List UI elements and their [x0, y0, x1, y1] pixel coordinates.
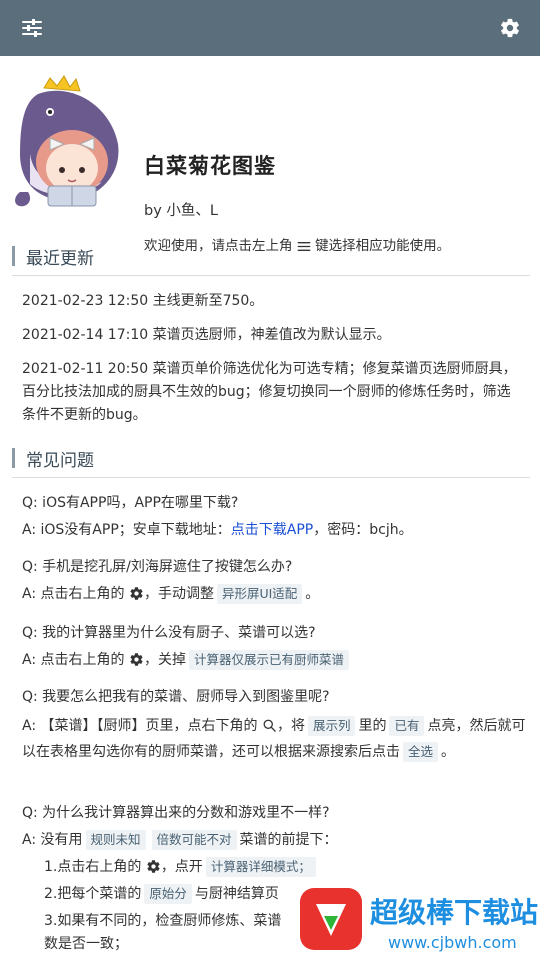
faq-answer-text: A: iOS没有APP；安卓下载地址：	[22, 522, 231, 538]
faq-answer: A: 没有用 规则未知 倍数可能不对 菜谱的前提下：	[22, 829, 528, 852]
faq-title: 常见问题	[26, 451, 94, 471]
faq-item: Q: 我要怎么把我有的菜谱、厨师导入到图鉴里呢? A: 【菜谱】【厨师】页里，点…	[22, 686, 528, 765]
faq-answer: A: 点击右上角的 ，手动调整 异形屏UI适配。	[22, 583, 528, 606]
faq-step-text: ，点开	[160, 859, 203, 875]
section-accent-bar	[12, 448, 15, 468]
recent-updates-title: 最近更新	[26, 249, 94, 269]
faq-answer: A: 点击右上角的 ，关掉 计算器仅展示已有厨师菜谱	[22, 649, 528, 672]
faq-step-text: 1.点击右上角的	[44, 859, 142, 875]
app-logo-mascot	[15, 75, 119, 207]
faq-answer-text: A: 没有用	[22, 832, 83, 848]
faq-step-text: 3.如果有不同的，检查厨师修炼、菜谱	[44, 913, 282, 929]
faq-header: 常见问题	[12, 442, 530, 478]
faq-answer-text: 。	[441, 744, 456, 760]
top-app-bar	[0, 0, 540, 56]
app-title: 白菜菊花图鉴	[144, 154, 276, 178]
faq-question: Q: 我的计算器里为什么没有厨子、菜谱可以选?	[22, 625, 316, 641]
faq-answer-text: 里的	[358, 718, 387, 734]
faq-answer: A: 【菜谱】【厨师】页里，点右下角的 ，将 展示列 里的 已有 点亮，然后就可以在表格…	[22, 713, 528, 765]
faq-answer-text: 菜谱的前提下：	[239, 832, 338, 848]
faq-answer-text: A: 点击右上角的	[22, 586, 125, 602]
faq-step: 1.点击右上角的 ，点开 计算器详细模式；	[22, 856, 528, 879]
gear-icon	[147, 860, 160, 873]
section-accent-bar	[12, 246, 15, 266]
base-score-tag: 原始分	[144, 884, 192, 904]
multiplier-tag: 倍数可能不对	[151, 830, 237, 850]
faq-question: Q: 为什么我计算器算出来的分数和游戏里不一样?	[22, 805, 330, 821]
watermark-text: 超级棒下载站	[370, 896, 538, 929]
select-all-tag: 全选	[403, 742, 439, 762]
update-item: 2021-02-23 12:50 主线更新至750。	[22, 293, 264, 309]
faq-answer: A: iOS没有APP；安卓下载地址：点击下载APP，密码：bcjh。	[22, 519, 528, 542]
faq-answer-text: A: 点击右上角的	[22, 652, 125, 668]
watermark: 超级棒下载站 www.cjbwh.com	[296, 882, 540, 960]
faq-answer-text: ，关掉	[143, 652, 186, 668]
faq-question: Q: 手机是挖孔屏/刘海屏遮住了按键怎么办?	[22, 559, 293, 575]
menu-button[interactable]	[14, 10, 50, 46]
update-item: 2021-02-11 20:50 菜谱页单价筛选优化为可选专精；修复菜谱页选厨师…	[22, 361, 517, 423]
watermark-logo-icon	[300, 888, 362, 950]
faq-question: Q: 我要怎么把我有的菜谱、厨师导入到图鉴里呢?	[22, 689, 330, 705]
faq-answer-text: ，密码：bcjh。	[313, 522, 413, 538]
faq-step-text: 2.把每个菜谱的	[44, 886, 142, 902]
watermark-url: www.cjbwh.com	[388, 933, 517, 952]
settings-button[interactable]	[492, 10, 528, 46]
column-tag: 展示列	[307, 716, 356, 736]
faq-answer-text: ，将	[276, 718, 305, 734]
faq-question: Q: iOS有APP吗，APP在哪里下载?	[22, 495, 239, 511]
faq-step-text: 与厨神结算页	[194, 886, 279, 902]
search-icon	[263, 719, 276, 732]
download-app-link[interactable]: 点击下载APP	[231, 522, 313, 538]
setting-tag: 异形屏UI适配	[216, 584, 303, 604]
faq-item: Q: 我的计算器里为什么没有厨子、菜谱可以选? A: 点击右上角的 ，关掉 计算器…	[22, 622, 528, 672]
gear-icon	[130, 653, 143, 666]
update-item: 2021-02-14 17:10 菜谱页选厨师，神差值改为默认显示。	[22, 327, 391, 343]
owned-tag: 已有	[389, 716, 425, 736]
faq-item: Q: iOS有APP吗，APP在哪里下载? A: iOS没有APP；安卓下载地址…	[22, 492, 528, 542]
gear-icon	[130, 587, 143, 600]
sliders-icon	[22, 19, 42, 37]
faq-answer-text: ，手动调整	[143, 586, 214, 602]
app-header: 白菜菊花图鉴 by 小鱼、L 欢迎使用，请点击左上角 键选择相应功能使用。	[0, 56, 540, 254]
app-author: by 小鱼、L	[144, 203, 218, 219]
gear-icon	[501, 18, 519, 38]
setting-tag: 计算器仅展示已有厨师菜谱	[188, 650, 349, 670]
recent-updates-header: 最近更新	[12, 240, 530, 276]
faq-answer-text: 。	[305, 586, 320, 602]
rule-unknown-tag: 规则未知	[85, 830, 146, 850]
faq-item: Q: 手机是挖孔屏/刘海屏遮住了按键怎么办? A: 点击右上角的 ，手动调整 异形…	[22, 556, 528, 606]
faq-answer-text: A: 【菜谱】【厨师】页里，点右下角的	[22, 718, 258, 734]
detail-mode-tag: 计算器详细模式；	[205, 857, 316, 877]
